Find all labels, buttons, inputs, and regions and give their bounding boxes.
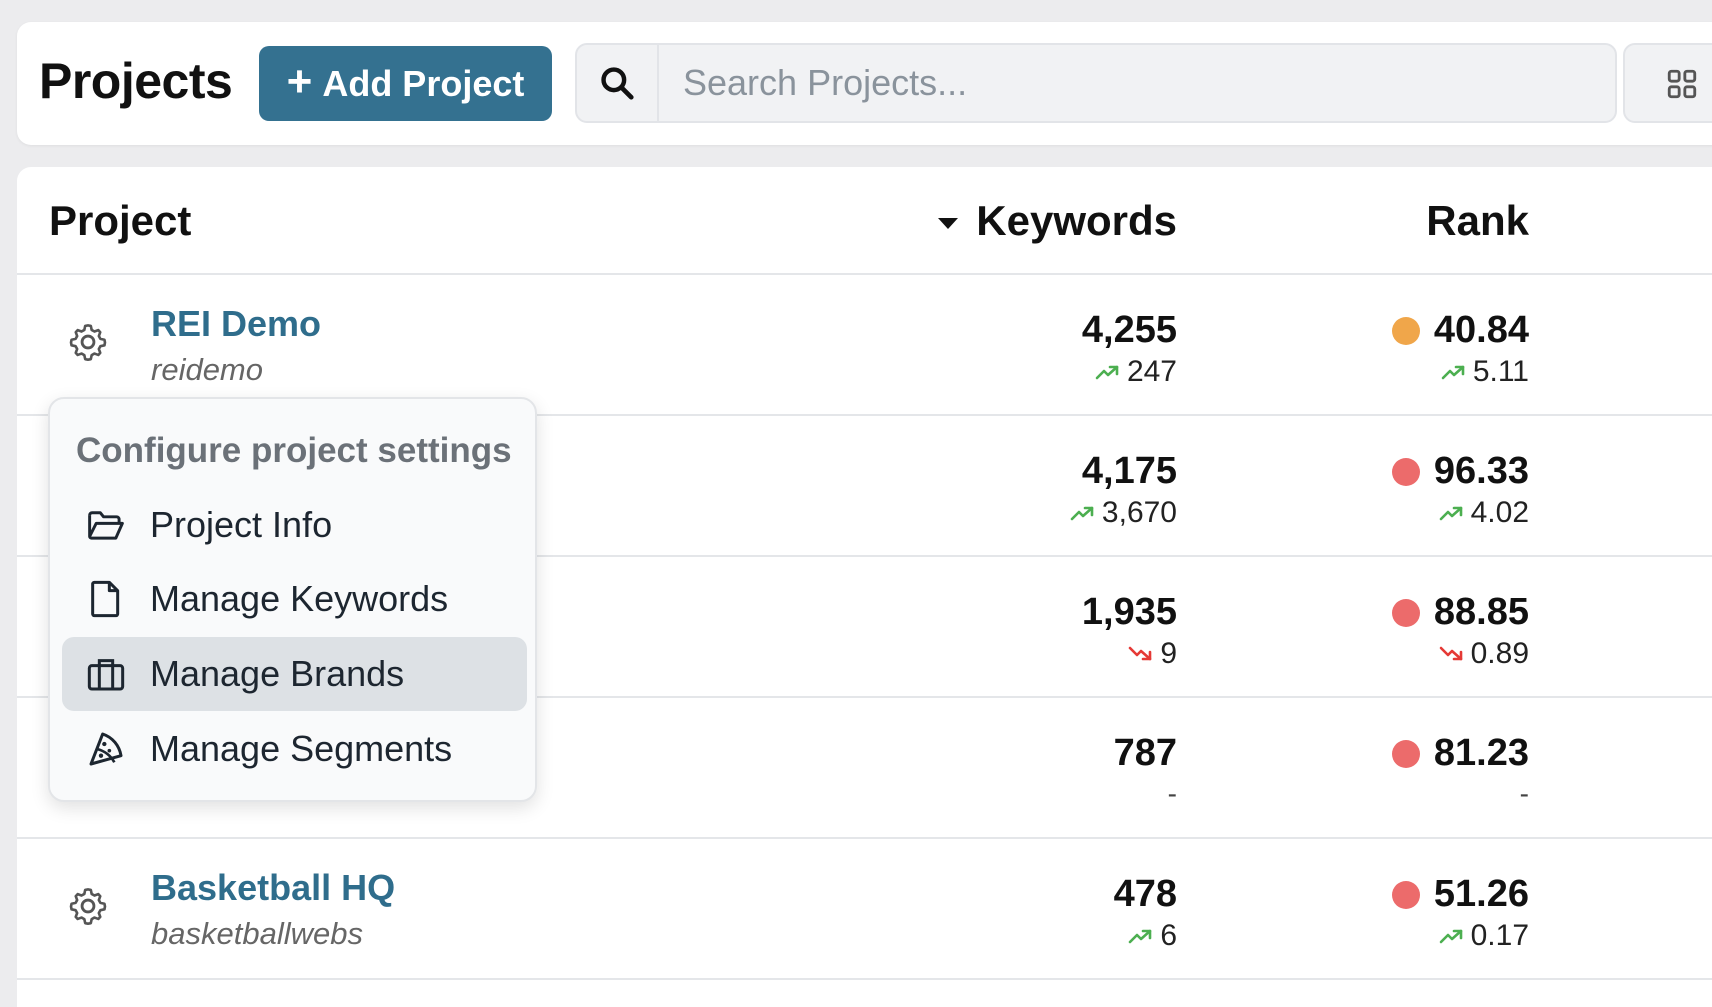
rank-status-dot [1391,457,1420,486]
rank-value: 40.84 [1391,309,1529,352]
keywords-change: - [1168,778,1177,810]
project-slug: basketballwebs [151,916,363,951]
search-button[interactable] [577,45,659,121]
column-header-rank[interactable]: Rank [1426,197,1529,245]
column-header-keywords[interactable]: Keywords [938,197,1177,245]
menu-item-label: Project Info [150,504,333,545]
rank-value: 51.26 [1391,873,1529,916]
trend-up-icon [1070,496,1096,530]
rank-value: 81.23 [1391,732,1529,775]
keywords-count: 4,255 [1081,309,1177,351]
keywords-change: 9 [1128,637,1177,671]
menu-title: Configure project settings [76,431,512,470]
rank-change: 0.17 [1439,919,1529,953]
search-icon [601,67,634,100]
rank-status-dot [1391,880,1420,909]
rank-status-dot [1391,598,1420,627]
keywords-change-value: 6 [1160,919,1177,952]
search-box [575,43,1617,123]
keywords-change-value: 247 [1126,355,1177,388]
rank-change: 5.11 [1441,355,1529,389]
trend-up-icon [1128,919,1154,953]
rank-status-dot [1391,316,1420,345]
grid-icon [1667,69,1697,99]
rank-number: 81.23 [1433,732,1529,774]
keywords-count: 4,175 [1081,450,1177,492]
rank-change-value: 5.11 [1472,355,1529,388]
rank-change: 0.89 [1439,637,1529,671]
document-icon [82,579,130,619]
menu-item-label: Manage Segments [150,728,453,769]
rank-change-value: 0.89 [1470,637,1529,670]
rank-change-value: - [1519,778,1529,809]
rank-change: 4.02 [1439,496,1529,530]
trend-down-icon [1439,637,1465,671]
trend-up-icon [1439,496,1465,530]
search-input[interactable] [661,45,1601,121]
trend-up-icon [1441,355,1467,389]
rank-change-value: 4.02 [1470,496,1529,529]
rank-change: - [1520,778,1529,810]
plus-icon: + [286,56,313,106]
briefcase-icon [82,655,130,693]
add-project-button[interactable]: + Add Project [259,46,552,121]
rank-number: 40.84 [1433,309,1529,351]
table-header: Project Keywords Rank [17,167,1712,275]
menu-item-manage-keywords[interactable]: Manage Keywords [62,562,527,636]
column-header-keywords-label: Keywords [976,197,1177,244]
sort-desc-icon [938,217,959,229]
pizza-slice-icon [82,729,130,769]
menu-item-label: Manage Keywords [150,578,449,619]
project-slug: reidemo [151,352,263,387]
column-header-project[interactable]: Project [49,197,191,245]
rank-number: 88.85 [1433,591,1529,633]
rank-number: 96.33 [1433,450,1529,492]
rank-value: 96.33 [1391,450,1529,493]
rank-change-value: 0.17 [1470,919,1529,952]
rank-number: 51.26 [1433,873,1529,915]
project-settings-menu: Configure project settings Project Info … [48,397,537,802]
keywords-change: 3,670 [1070,496,1177,530]
keywords-count: 787 [1113,732,1177,774]
project-name-link[interactable]: REI Demo [151,303,321,345]
menu-item-manage-segments[interactable]: Manage Segments [62,712,527,786]
keywords-change: 247 [1095,355,1177,389]
trend-up-icon [1439,919,1465,953]
rank-status-dot [1391,739,1420,768]
add-project-label: Add Project [322,62,525,104]
gear-icon[interactable] [67,321,109,368]
project-name-link[interactable]: Basketball HQ [151,867,395,909]
menu-item-label: Manage Brands [150,653,405,694]
keywords-change: 6 [1128,919,1177,953]
table-row: Basketball HQ basketballwebs 478 6 51.26 0.17 [17,839,1712,980]
gear-icon[interactable] [67,885,109,932]
menu-item-project-info[interactable]: Project Info [62,488,527,562]
folder-open-icon [82,507,130,543]
trend-down-icon [1128,637,1154,671]
keywords-change-value: - [1167,778,1177,809]
rank-value: 88.85 [1391,591,1529,634]
table-row: REI Demo reidemo 4,255 247 40.84 5.11 [17,275,1712,416]
keywords-count: 1,935 [1081,591,1177,633]
trend-up-icon [1095,355,1121,389]
grid-view-toggle[interactable] [1623,43,1712,123]
page-title: Projects [39,53,233,109]
keywords-count: 478 [1113,873,1177,915]
keywords-change-value: 3,670 [1101,496,1177,529]
top-bar: Projects + Add Project [17,22,1712,145]
keywords-change-value: 9 [1160,637,1177,670]
menu-item-manage-brands[interactable]: Manage Brands [62,637,527,711]
